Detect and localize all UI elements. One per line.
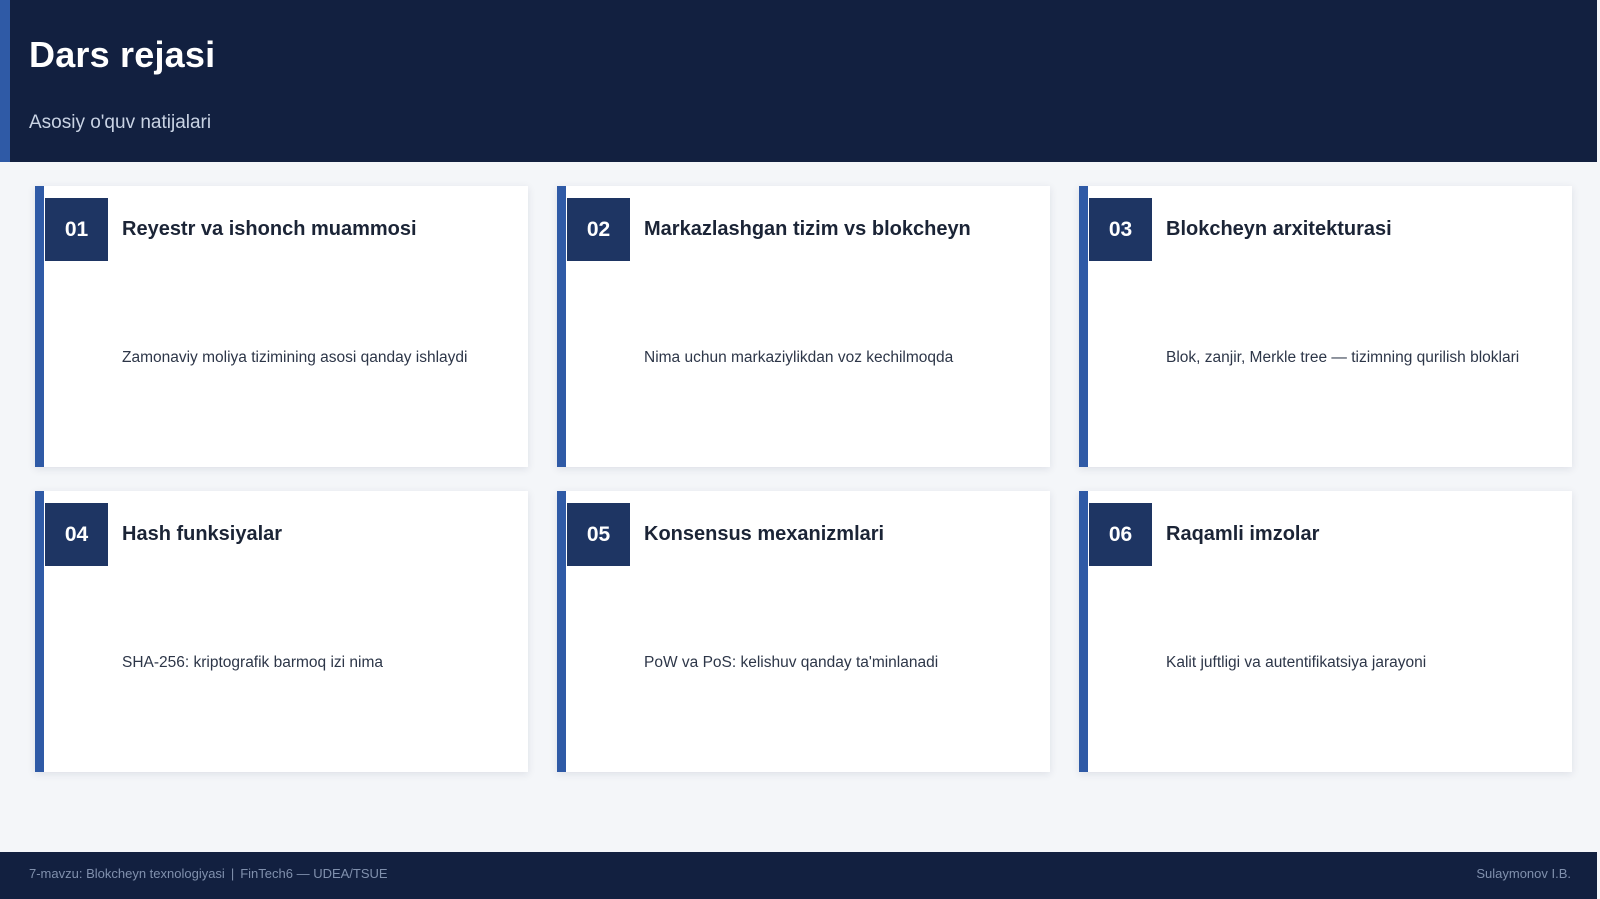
card-number-badge: 04 xyxy=(45,503,108,566)
card-title: Blokcheyn arxitekturasi xyxy=(1166,218,1392,240)
lesson-card-1: 01 Reyestr va ishonch muammosi Zamonaviy… xyxy=(35,186,528,467)
card-accent-bar xyxy=(557,491,566,772)
card-description: Zamonaviy moliya tizimining asosi qanday… xyxy=(122,349,468,366)
page-title: Dars rejasi xyxy=(29,34,216,75)
card-accent-bar xyxy=(35,491,44,772)
card-title: Markazlashgan tizim vs blokcheyn xyxy=(644,218,971,240)
card-number-badge: 03 xyxy=(1089,198,1152,261)
footer-course: FinTech6 — UDEA/TSUE xyxy=(240,866,388,881)
card-accent-bar xyxy=(1079,186,1088,467)
card-description: Nima uchun markaziylikdan voz kechilmoqd… xyxy=(644,349,954,366)
card-description: Blok, zanjir, Merkle tree — tizimning qu… xyxy=(1166,349,1520,366)
footer-separator: | xyxy=(230,866,235,881)
lesson-card-5: 05 Konsensus mexanizmlari PoW va PoS: ke… xyxy=(557,491,1050,772)
footer: 7-mavzu: Blokcheyn texnologiyasi | FinTech… xyxy=(0,852,1597,899)
card-title: Raqamli imzolar xyxy=(1166,523,1320,545)
card-number-badge: 06 xyxy=(1089,503,1152,566)
card-description: PoW va PoS: kelishuv qanday ta'minlanadi xyxy=(644,654,939,671)
footer-author: Sulaymonov I.B. xyxy=(1476,866,1571,881)
page-subtitle: Asosiy o'quv natijalari xyxy=(29,112,212,133)
lesson-card-3: 03 Blokcheyn arxitekturasi Blok, zanjir,… xyxy=(1079,186,1572,467)
card-description: SHA-256: kriptografik barmoq izi nima xyxy=(122,654,384,671)
lesson-card-6: 06 Raqamli imzolar Kalit juftligi va aut… xyxy=(1079,491,1572,772)
card-number-badge: 05 xyxy=(567,503,630,566)
lesson-card-2: 02 Markazlashgan tizim vs blokcheyn Nima… xyxy=(557,186,1050,467)
card-number-badge: 02 xyxy=(567,198,630,261)
lesson-card-4: 04 Hash funksiyalar SHA-256: kriptografi… xyxy=(35,491,528,772)
card-title: Reyestr va ishonch muammosi xyxy=(122,218,417,240)
header-accent-bar xyxy=(0,0,10,162)
card-accent-bar xyxy=(557,186,566,467)
card-number-badge: 01 xyxy=(45,198,108,261)
slide: Dars rejasi Asosiy o'quv natijalari 01 R… xyxy=(0,0,1600,899)
footer-topic: 7-mavzu: Blokcheyn texnologiyasi xyxy=(29,866,225,881)
footer-course-info: 7-mavzu: Blokcheyn texnologiyasi | FinTech… xyxy=(29,866,388,881)
card-title: Hash funksiyalar xyxy=(122,523,283,545)
card-accent-bar xyxy=(35,186,44,467)
header: Dars rejasi Asosiy o'quv natijalari xyxy=(0,0,1597,162)
card-description: Kalit juftligi va autentifikatsiya jaray… xyxy=(1166,654,1427,671)
card-accent-bar xyxy=(1079,491,1088,772)
card-title: Konsensus mexanizmlari xyxy=(644,523,885,545)
